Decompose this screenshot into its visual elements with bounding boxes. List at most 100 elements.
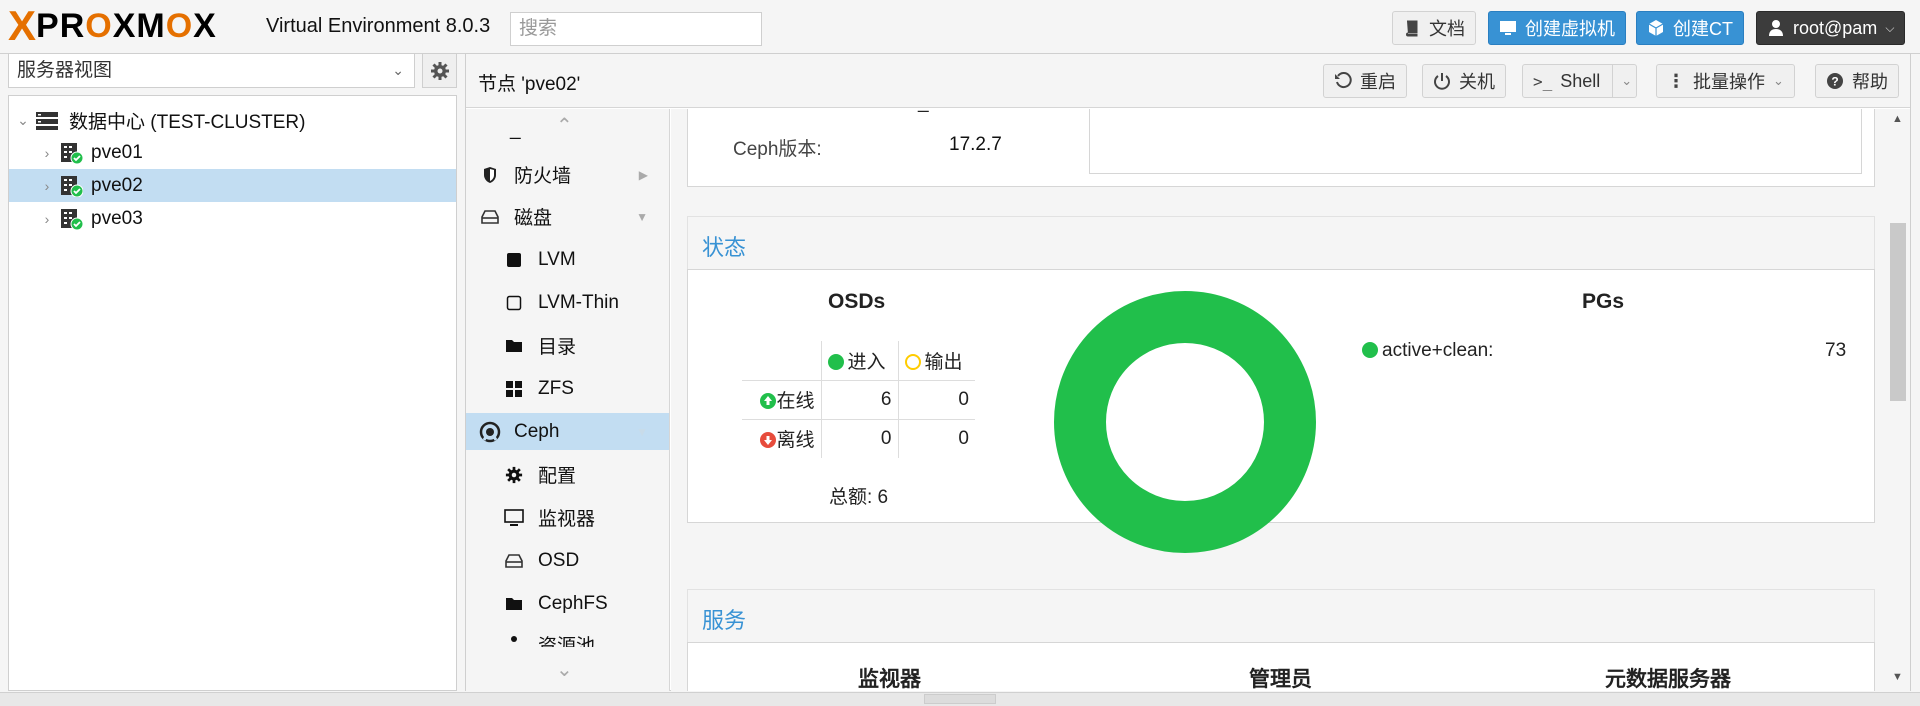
service-mds-title: 元数据服务器 (1605, 668, 1731, 691)
help-label: 帮助 (1852, 72, 1888, 92)
pgs-title: PGs (1582, 290, 1625, 313)
restart-icon (1335, 72, 1352, 89)
menu-item-label: 配置 (538, 466, 577, 487)
menu-item-lvm-thin[interactable]: LVM-Thin (466, 284, 669, 321)
resource-tree-panel: 服务器视图 ⌄ ⌄ 数据中心 (TEST-CLUSTER) › pve01 › … (8, 53, 457, 691)
more-vertical-icon: ⋮ (1667, 70, 1685, 91)
view-selector[interactable]: 服务器视图 ⌄ (8, 53, 415, 88)
menu-item-directory[interactable]: 目录 (466, 327, 669, 364)
pg-state-row: active+clean: (1362, 340, 1493, 362)
tree-node-pve01[interactable]: › pve01 (9, 136, 456, 169)
service-monitors-title: 监视器 (858, 668, 921, 691)
create-vm-button[interactable]: 创建虚拟机 (1488, 11, 1626, 45)
osd-down-in: 0 (821, 419, 899, 458)
expand-right-icon: › (44, 144, 50, 161)
menu-item-label: LVM (538, 248, 576, 270)
menu-item-monitor[interactable]: 监视器 (466, 499, 669, 536)
splitter-handle[interactable] (924, 694, 996, 704)
task-log-splitter[interactable] (0, 692, 1920, 706)
main-scrollbar[interactable]: ▲ ▼ (1886, 109, 1910, 691)
content-panel: 节点 'pve02' 重启 关机 >_ Shell ⌄ ⋮ 批量操作 ⌄ ? 帮… (465, 53, 1911, 691)
chevron-down-icon: ⌄ (1773, 73, 1784, 88)
chevron-down-icon[interactable]: ⌄ (556, 657, 573, 682)
search-input[interactable]: 搜索 (510, 12, 762, 46)
chevron-down-icon[interactable]: ⌄ (1612, 65, 1632, 97)
folder-icon (502, 338, 526, 353)
arrow-up-circle-icon (760, 393, 777, 409)
menu-item-label: CephFS (538, 592, 608, 614)
scroll-up-arrow-icon[interactable]: ▲ (1892, 113, 1903, 125)
node-online-icon (59, 175, 84, 197)
osd-col-out: 输出 (898, 341, 975, 380)
bulk-actions-button[interactable]: ⋮ 批量操作 ⌄ (1656, 64, 1795, 98)
menu-item-disks[interactable]: 磁盘 ▼ (466, 198, 669, 235)
osd-col-in: 进入 (821, 341, 899, 380)
menu-item-config[interactable]: 配置 (466, 456, 669, 493)
menu-item-zfs[interactable]: ZFS (466, 370, 669, 407)
tree-settings-button[interactable] (422, 53, 457, 88)
node-menu: ⌃ _ 防火墙 ▶ 磁盘 ▼ LVM LVM-Thin 目录 ZFS Ceph … (466, 109, 670, 691)
user-menu-button[interactable]: root@pam ⌵ (1756, 11, 1906, 45)
help-button[interactable]: ? 帮助 (1815, 64, 1899, 98)
arrow-down-circle-icon (760, 432, 777, 449)
menu-item-label: Ceph (514, 420, 560, 442)
menu-item-label: ZFS (538, 377, 574, 399)
main-area: _ Ceph版本: 17.2.7 状态 OSDs 进入 输出 (671, 109, 1910, 691)
pg-donut-slice-active-clean (1054, 291, 1316, 553)
pg-state-count: 73 (1825, 340, 1847, 361)
create-ct-button[interactable]: 创建CT (1636, 11, 1744, 45)
folder-icon (502, 596, 526, 611)
shutdown-button[interactable]: 关机 (1422, 64, 1506, 98)
osd-table: 进入 输出 在线 6 0 离线 0 0 (742, 341, 975, 458)
osd-up-in: 6 (821, 380, 899, 419)
menu-item-pools[interactable]: 资源池 (466, 625, 669, 647)
page-title: 节点 'pve02' (478, 74, 581, 95)
restart-button[interactable]: 重启 (1323, 64, 1407, 98)
services-title: 服务 (702, 608, 747, 633)
tree-node-pve03[interactable]: › pve03 (9, 202, 456, 235)
create-vm-label: 创建虚拟机 (1525, 19, 1615, 39)
user-label: root@pam (1793, 17, 1878, 38)
help-icon: ? (1827, 73, 1843, 89)
menu-item-osd[interactable]: OSD (466, 542, 669, 579)
power-icon (1434, 73, 1450, 90)
menu-item-firewall[interactable]: 防火墙 ▶ (466, 156, 669, 193)
docs-button[interactable]: 文档 (1392, 11, 1476, 45)
node-online-icon (59, 208, 84, 230)
cube-icon (1648, 20, 1664, 36)
view-selector-value: 服务器视图 (17, 60, 113, 81)
logo-x: X (8, 2, 37, 49)
proxmox-logo[interactable]: X PROXMOX (8, 2, 217, 49)
caret-down-icon: ▼ (636, 209, 648, 224)
menu-item-label: 防火墙 (514, 166, 572, 187)
scrollbar-thumb[interactable] (1890, 223, 1906, 401)
menu-item-cephfs[interactable]: CephFS (466, 585, 669, 622)
bulk-actions-label: 批量操作 (1693, 72, 1765, 92)
book-icon (1406, 20, 1418, 37)
menu-item-partial[interactable]: _ (466, 111, 669, 148)
create-ct-label: 创建CT (1673, 19, 1733, 39)
tree-node-pve02[interactable]: › pve02 (9, 169, 456, 202)
scroll-down-arrow-icon[interactable]: ▼ (1892, 671, 1903, 683)
node-online-icon (59, 142, 84, 164)
datacenter-icon (36, 111, 58, 130)
hdd-icon (502, 553, 526, 568)
menu-item-lvm[interactable]: LVM (466, 241, 669, 278)
shell-button[interactable]: >_ Shell ⌄ (1522, 64, 1638, 98)
top-bar: X PROXMOX Virtual Environment 8.0.3 搜索 文… (0, 0, 1920, 54)
desktop-icon (502, 508, 526, 527)
expand-right-icon: › (44, 177, 50, 194)
content-title-bar: 节点 'pve02' 重启 关机 >_ Shell ⌄ ⋮ 批量操作 ⌄ ? 帮… (466, 54, 1910, 108)
tree-node-label: pve02 (91, 174, 143, 196)
ceph-version-value: 17.2.7 (949, 134, 1002, 155)
menu-item-ceph[interactable]: Ceph ▼ (466, 413, 669, 450)
service-managers-title: 管理员 (1249, 668, 1312, 691)
pg-state-label: active+clean: (1382, 340, 1494, 361)
square-outline-icon (502, 295, 526, 311)
proxmox-app: X PROXMOX Virtual Environment 8.0.3 搜索 文… (0, 0, 1920, 706)
pg-donut-chart (1054, 291, 1316, 553)
tree-datacenter[interactable]: ⌄ 数据中心 (TEST-CLUSTER) (9, 104, 456, 137)
gear-icon (502, 466, 526, 484)
resource-tree: ⌄ 数据中心 (TEST-CLUSTER) › pve01 › pve02 › … (8, 95, 457, 691)
status-section-header: 状态 (687, 216, 1875, 270)
